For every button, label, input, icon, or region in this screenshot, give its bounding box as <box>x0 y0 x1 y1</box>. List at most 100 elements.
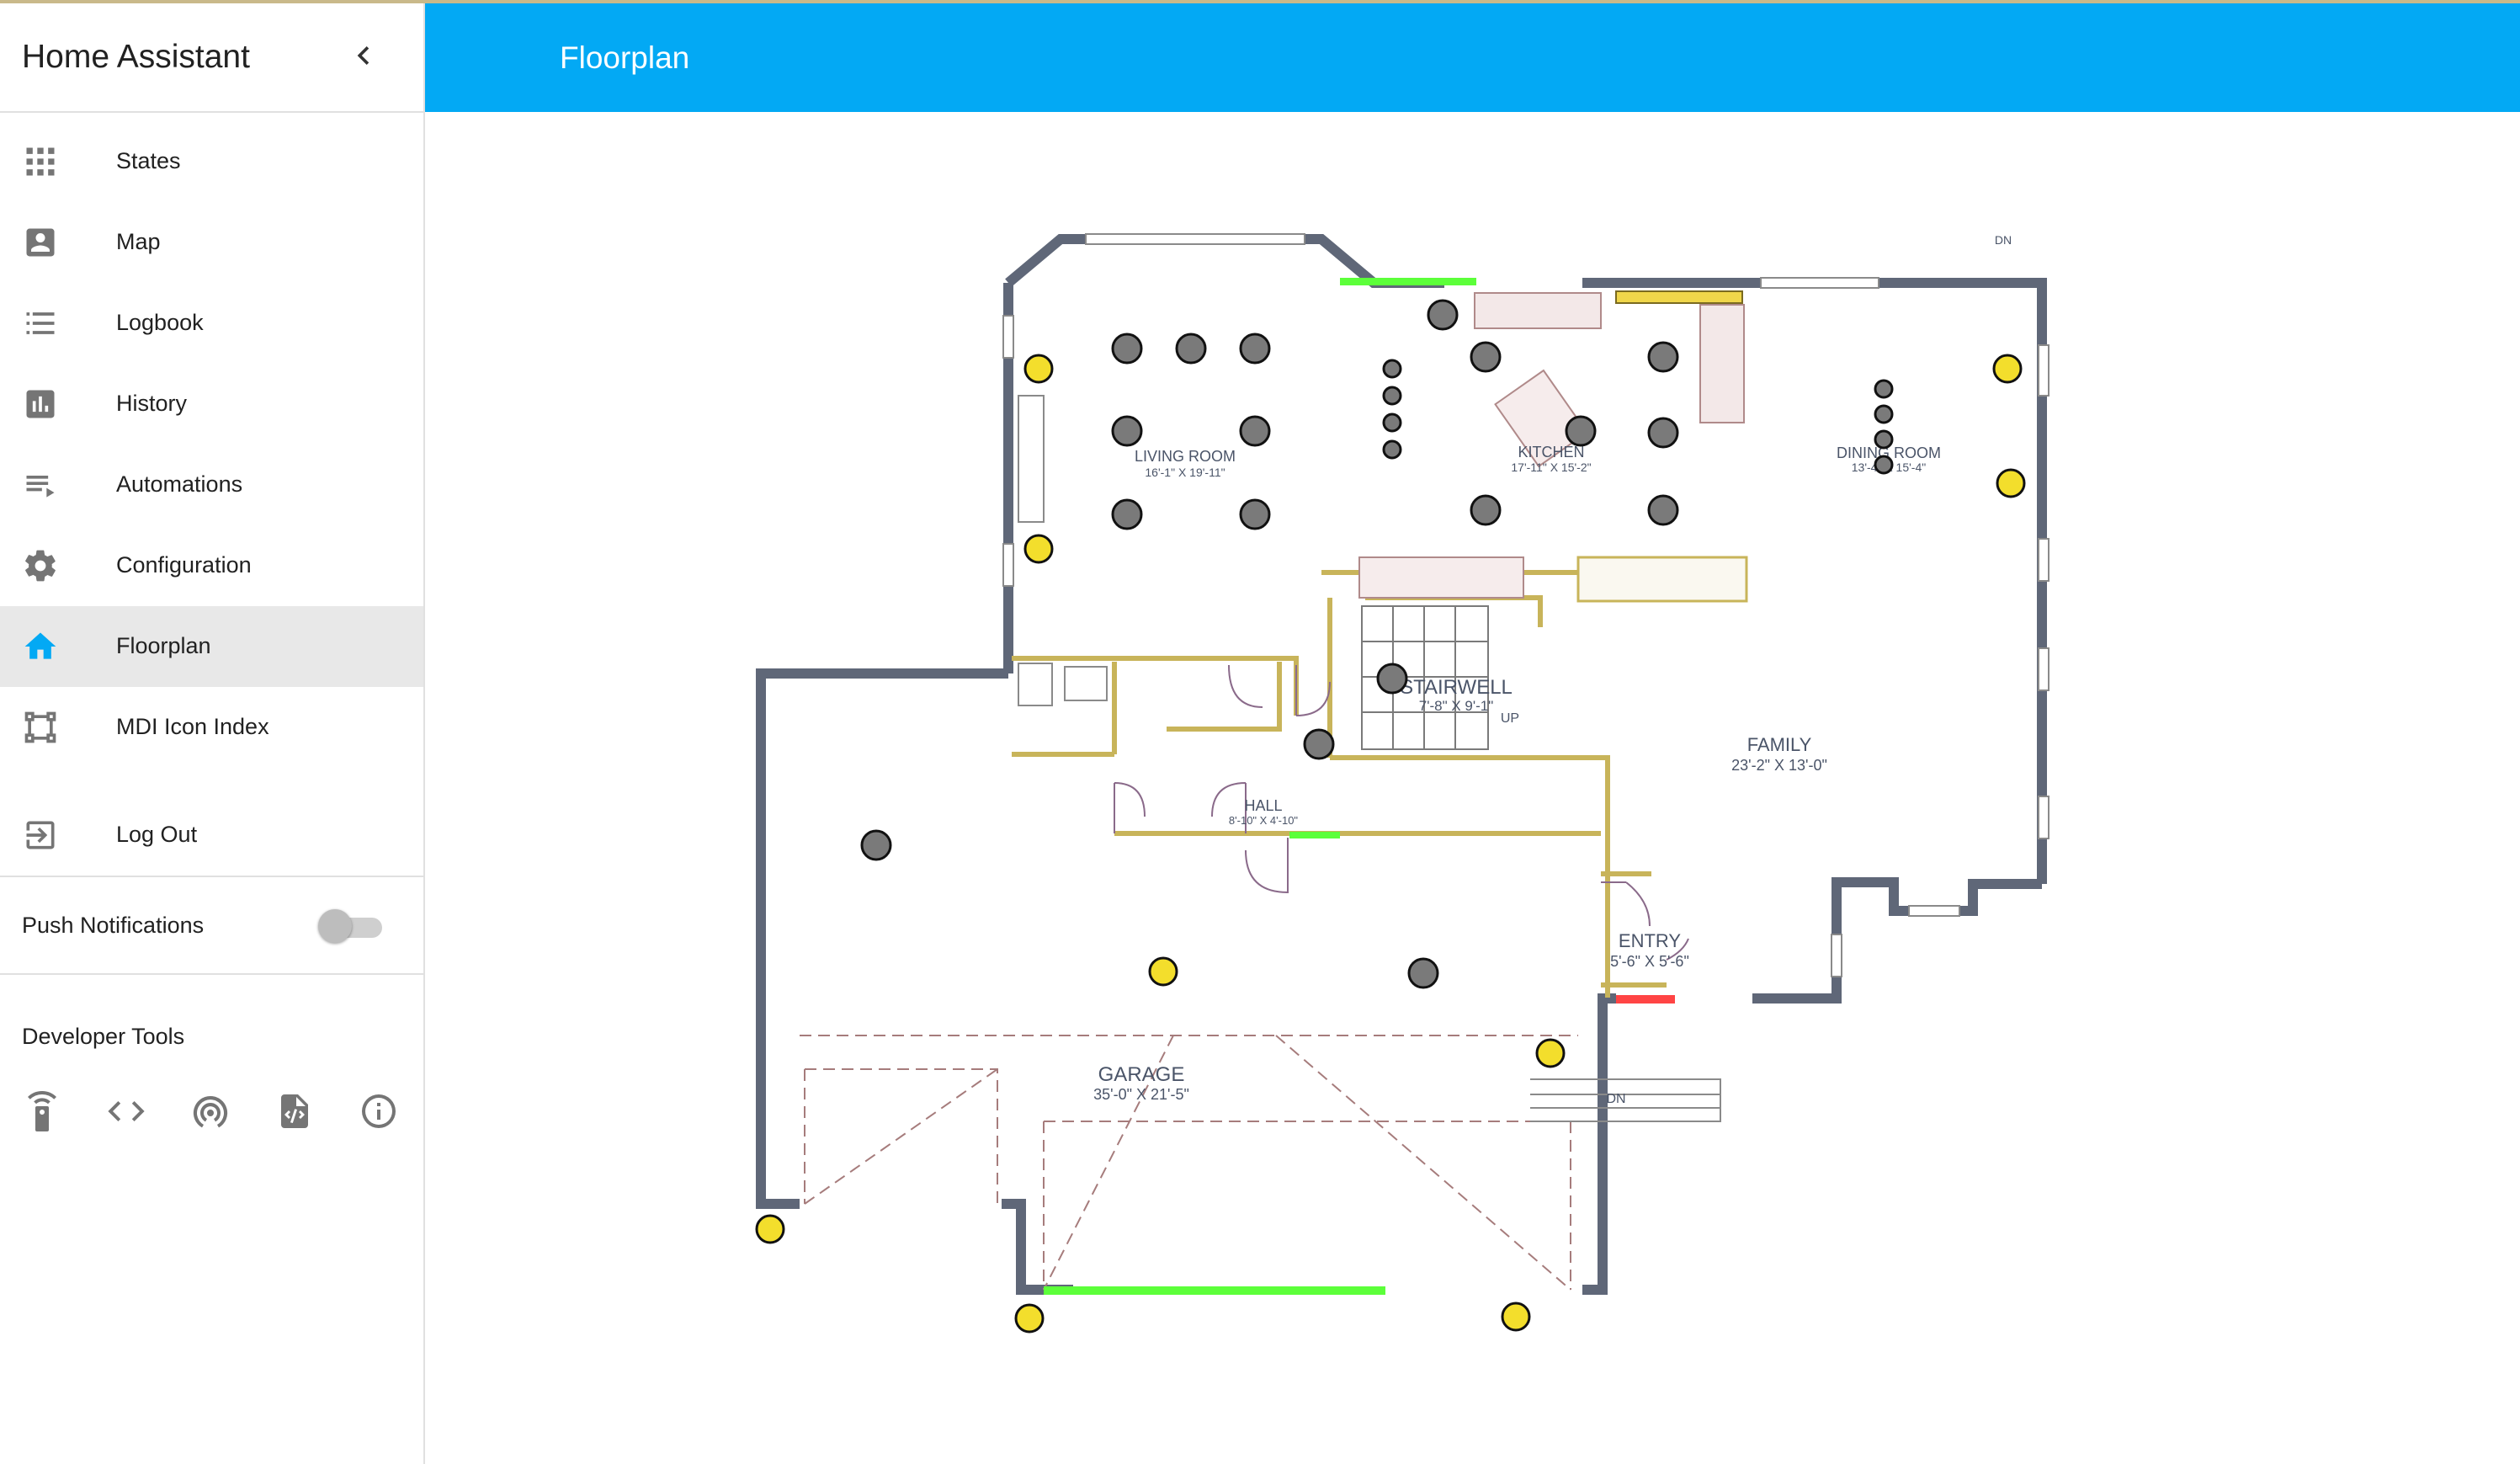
sidebar-item-label: Automations <box>116 471 243 497</box>
code-brackets-icon[interactable] <box>106 1091 146 1131</box>
sidebar-header: Home Assistant <box>0 3 423 113</box>
light-off[interactable] <box>1407 957 1439 989</box>
playlist-play-icon <box>26 476 55 498</box>
light-off[interactable] <box>1874 379 1894 399</box>
light-on[interactable] <box>1014 1303 1045 1334</box>
light-off[interactable] <box>1382 439 1402 460</box>
sidebar-item-label: History <box>116 391 188 416</box>
info-icon[interactable] <box>359 1091 399 1131</box>
light-on[interactable] <box>1535 1038 1566 1068</box>
light-off[interactable] <box>1427 299 1459 331</box>
logout-icon <box>26 821 55 849</box>
light-on[interactable] <box>1023 534 1054 564</box>
light-off[interactable] <box>1239 498 1271 530</box>
light-off[interactable] <box>1647 341 1679 373</box>
room-size-family: 23'-2" X 13'-0" <box>1731 757 1827 774</box>
sidebar-item-logout[interactable]: Log Out <box>0 795 423 876</box>
windows <box>1002 233 2049 977</box>
developer-tools-title: Developer Tools <box>22 1024 185 1049</box>
push-notifications-label: Push Notifications <box>22 913 205 938</box>
page-title: Floorplan <box>560 40 690 75</box>
home-icon <box>24 632 56 659</box>
chart-bar-icon <box>26 390 55 418</box>
stairs-down-label: DN <box>1606 1092 1625 1106</box>
door-sensor-kitchen <box>1340 278 1476 285</box>
sidebar-menu: States Map Logbook History Automations C… <box>0 113 423 975</box>
remote-icon[interactable] <box>22 1091 62 1131</box>
light-off[interactable] <box>860 829 892 861</box>
door-sensor-garage <box>1044 1286 1385 1295</box>
light-off[interactable] <box>1647 417 1679 449</box>
sidebar-item-label: MDI Icon Index <box>116 714 269 739</box>
sidebar-item-label: States <box>116 148 181 173</box>
sidebar-item-history[interactable]: History <box>0 364 423 445</box>
room-label-hall: HALL <box>1244 797 1282 814</box>
room-size-entry: 5'-6" X 5'-6" <box>1610 953 1689 970</box>
collapse-sidebar-button[interactable] <box>345 37 382 74</box>
file-code-icon[interactable] <box>274 1091 315 1131</box>
sidebar-item-map[interactable]: Map <box>0 202 423 283</box>
room-size-garage: 35'-0" X 21'-5" <box>1093 1086 1189 1103</box>
light-off[interactable] <box>1565 415 1597 447</box>
sidebar-divider <box>0 973 423 975</box>
light-off[interactable] <box>1175 333 1207 365</box>
light-on[interactable] <box>1148 956 1178 987</box>
light-off[interactable] <box>1111 498 1143 530</box>
light-off[interactable] <box>1470 341 1502 373</box>
sidebar-item-label: Log Out <box>116 822 198 847</box>
interior-walls <box>1012 570 1667 998</box>
room-size-stairwell: 7'-8" X 9'-1" <box>1419 698 1494 714</box>
vector-square-icon <box>24 711 56 743</box>
light-on[interactable] <box>1996 468 2026 498</box>
room-labels: LIVING ROOM 16'-1" X 19'-11" KITCHEN 17'… <box>1093 233 2012 1106</box>
room-size-kitchen: 17'-11" X 15'-2" <box>1511 460 1591 474</box>
light-off[interactable] <box>1382 413 1402 433</box>
map-account-icon <box>26 228 55 257</box>
light-off[interactable] <box>1647 494 1679 526</box>
push-notifications-toggle[interactable] <box>318 909 382 943</box>
room-label-entry: ENTRY <box>1619 930 1681 951</box>
app-title: Home Assistant <box>22 39 250 75</box>
sidebar-item-label: Map <box>116 229 161 254</box>
light-off[interactable] <box>1382 359 1402 379</box>
logbook-list-icon <box>26 312 55 334</box>
sidebar-item-automations[interactable]: Automations <box>0 445 423 525</box>
door-swings <box>1114 664 1689 961</box>
light-off[interactable] <box>1111 415 1143 447</box>
light-off[interactable] <box>1874 404 1894 424</box>
sidebar-item-floorplan[interactable]: Floorplan <box>0 606 423 687</box>
sidebar: Home Assistant States Map Logbook Histor… <box>0 3 425 1464</box>
light-on[interactable] <box>1501 1302 1531 1332</box>
light-off[interactable] <box>1470 494 1502 526</box>
gear-icon <box>25 550 56 582</box>
garage-outline <box>800 1035 1578 1291</box>
sidebar-item-configuration[interactable]: Configuration <box>0 525 423 606</box>
room-label-stairwell: STAIRWELL <box>1400 676 1513 699</box>
door-sensor-entry <box>1616 995 1675 1004</box>
light-off[interactable] <box>1382 386 1402 406</box>
light-on[interactable] <box>1023 354 1054 384</box>
sidebar-item-mdi-icon-index[interactable]: MDI Icon Index <box>0 687 423 768</box>
light-off[interactable] <box>1239 333 1271 365</box>
room-label-garage: GARAGE <box>1098 1063 1185 1086</box>
light-off[interactable] <box>1874 455 1894 475</box>
light-off[interactable] <box>1111 333 1143 365</box>
sidebar-item-logbook[interactable]: Logbook <box>0 283 423 364</box>
broadcast-icon[interactable] <box>190 1091 231 1131</box>
room-label-kitchen: KITCHEN <box>1518 444 1584 460</box>
developer-tools <box>22 1091 417 1133</box>
light-off[interactable] <box>1376 663 1408 695</box>
floorplan-svg: LIVING ROOM 16'-1" X 19'-11" KITCHEN 17'… <box>755 233 2049 1334</box>
light-off[interactable] <box>1303 728 1335 760</box>
stairs-up-label: UP <box>1501 711 1519 726</box>
light-on[interactable] <box>1992 354 2023 384</box>
light-off[interactable] <box>1239 415 1271 447</box>
chevron-left-icon <box>357 46 369 65</box>
light-off[interactable] <box>1874 429 1894 450</box>
light-on[interactable] <box>755 1214 785 1244</box>
sidebar-item-states[interactable]: States <box>0 121 423 202</box>
sidebar-item-label: Floorplan <box>116 633 211 658</box>
app-header: Floorplan <box>425 3 2520 112</box>
room-size-living-room: 16'-1" X 19'-11" <box>1145 466 1225 479</box>
door-sensor-hall <box>1289 832 1340 838</box>
